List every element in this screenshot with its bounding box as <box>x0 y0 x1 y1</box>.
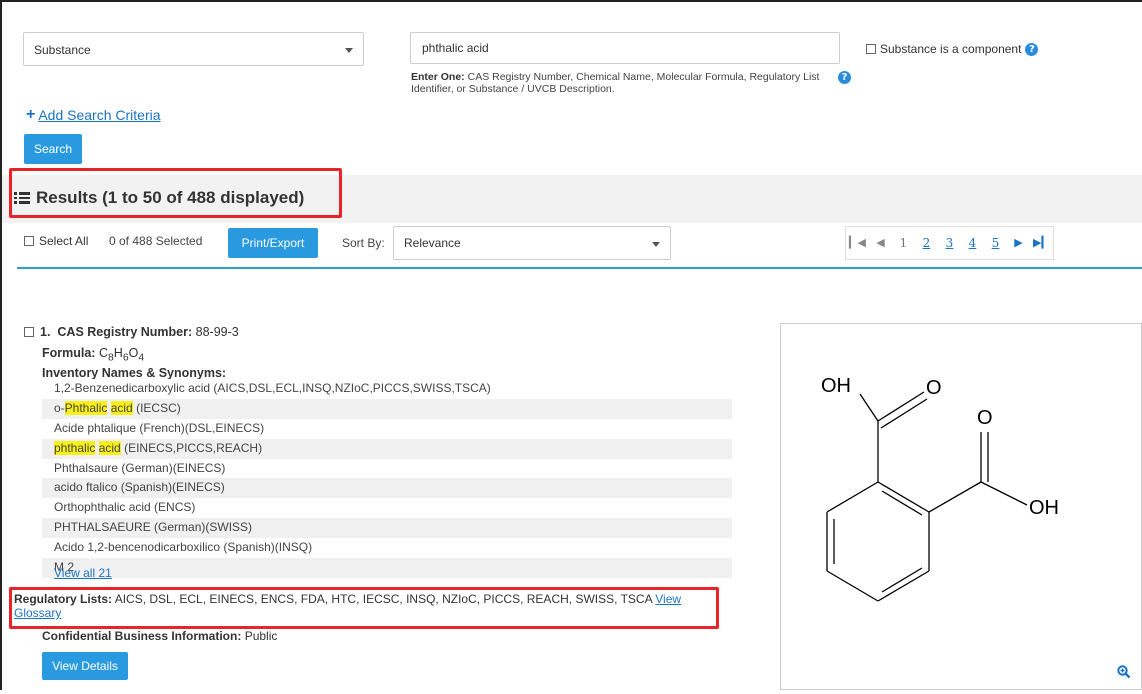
search-highlight: phthalic <box>54 440 96 455</box>
select-all[interactable]: Select All <box>24 234 88 248</box>
sort-select[interactable]: Relevance <box>393 226 671 260</box>
search-highlight: acid <box>98 440 121 455</box>
search-highlight: Phthalic <box>64 400 108 415</box>
page-link[interactable]: 5 <box>984 227 1007 259</box>
synonym-row: M 2 <box>42 558 732 578</box>
help-icon[interactable]: ? <box>1025 42 1039 56</box>
synonym-row: phthalic acid (EINECS,PICCS,REACH) <box>42 438 732 459</box>
structure-diagram: OH O O OH <box>821 375 1059 602</box>
synonym-row: o-Phthalic acid (IECSC) <box>42 398 732 419</box>
component-checkbox[interactable] <box>866 44 876 54</box>
selected-count: 0 of 488 Selected <box>109 234 203 248</box>
add-search-criteria-link[interactable]: + Add Search Criteria <box>26 106 161 124</box>
previous-page-icon[interactable]: ◀ <box>869 227 892 259</box>
synonym-row: PHTHALSAEURE (German)(SWISS) <box>42 518 732 539</box>
inventory-label: Inventory Names & Synonyms: <box>42 366 227 380</box>
structure-panel: OH O O OH <box>780 323 1142 690</box>
result-checkbox[interactable] <box>24 327 34 337</box>
synonym-row: 1,2-Benzenedicarboxylic acid (AICS,DSL,E… <box>42 379 732 399</box>
select-all-label: Select All <box>39 234 89 248</box>
search-field-select[interactable]: Substance <box>23 32 364 66</box>
print-export-button[interactable]: Print/Export <box>228 228 318 258</box>
help-icon[interactable]: ? <box>838 71 851 84</box>
synonym-row: Orthophthalic acid (ENCS) <box>42 498 732 519</box>
synonym-list: 1,2-Benzenedicarboxylic acid (AICS,DSL,E… <box>42 379 732 578</box>
result-index: 1. <box>40 325 51 339</box>
sort-label: Sort By: <box>342 236 385 250</box>
highlight-box-results <box>9 168 342 218</box>
add-search-criteria-label: Add Search Criteria <box>38 107 161 123</box>
cbi-line: Confidential Business Information: Publi… <box>42 629 277 643</box>
cas-value: 88-99-3 <box>195 325 239 339</box>
component-label: Substance is a component <box>880 42 1022 56</box>
cbi-value: Public <box>244 629 278 643</box>
synonym-row: Acido 1,2-bencenodicarboxilico (Spanish)… <box>42 538 732 559</box>
formula-value: C8H6O4 <box>98 346 145 364</box>
cbi-label: Confidential Business Information: <box>42 629 242 643</box>
select-all-checkbox[interactable] <box>24 236 34 246</box>
search-field-select-value: Substance <box>34 43 91 57</box>
zoom-icon[interactable] <box>1117 665 1131 679</box>
last-page-icon[interactable]: ▶▎ <box>1030 227 1053 259</box>
formula-line: Formula: C8H6O4 <box>42 346 144 364</box>
synonym-row: acido ftalico (Spanish)(EINECS) <box>42 478 732 499</box>
page-current: 1 <box>899 236 908 250</box>
search-input[interactable] <box>410 32 840 64</box>
search-hint-text: CAS Registry Number, Chemical Name, Mole… <box>411 71 820 95</box>
component-option: Substance is a component ? <box>866 42 1039 56</box>
next-page-icon[interactable]: ▶ <box>1007 227 1030 259</box>
synonym-row: Phthalsaure (German)(EINECS) <box>42 458 732 479</box>
synonym-row: Acide phtalique (French)(DSL,EINECS) <box>42 418 732 439</box>
view-all-synonyms-link[interactable]: View all 21 <box>54 566 112 580</box>
search-button[interactable]: Search <box>24 134 82 164</box>
atom-label-o: O <box>926 377 942 399</box>
search-hint: Enter One: CAS Registry Number, Chemical… <box>411 71 831 95</box>
search-highlight: acid <box>110 400 133 415</box>
cas-label: CAS Registry Number: <box>57 325 193 339</box>
atom-label-oh: OH <box>821 375 851 397</box>
cas-line: 1. CAS Registry Number: 88-99-3 <box>40 325 239 339</box>
page-link[interactable]: 3 <box>938 227 961 259</box>
atom-label-o: O <box>977 407 993 429</box>
search-hint-bold: Enter One: <box>411 71 465 83</box>
formula-label: Formula: <box>42 346 96 360</box>
first-page-icon[interactable]: ▎◀ <box>846 227 869 259</box>
page-link[interactable]: 2 <box>915 227 938 259</box>
pagination: ▎◀ ◀ 1 2 3 4 5 ▶ ▶▎ <box>845 226 1054 260</box>
divider <box>17 267 1142 269</box>
plus-icon: + <box>26 106 36 123</box>
view-details-button[interactable]: View Details <box>42 652 128 680</box>
sort-select-value: Relevance <box>404 236 461 250</box>
highlight-box-regulatory <box>9 587 719 629</box>
chevron-down-icon <box>652 242 660 247</box>
chevron-down-icon <box>345 48 353 53</box>
page-link[interactable]: 4 <box>961 227 984 259</box>
atom-label-oh: OH <box>1029 497 1059 519</box>
